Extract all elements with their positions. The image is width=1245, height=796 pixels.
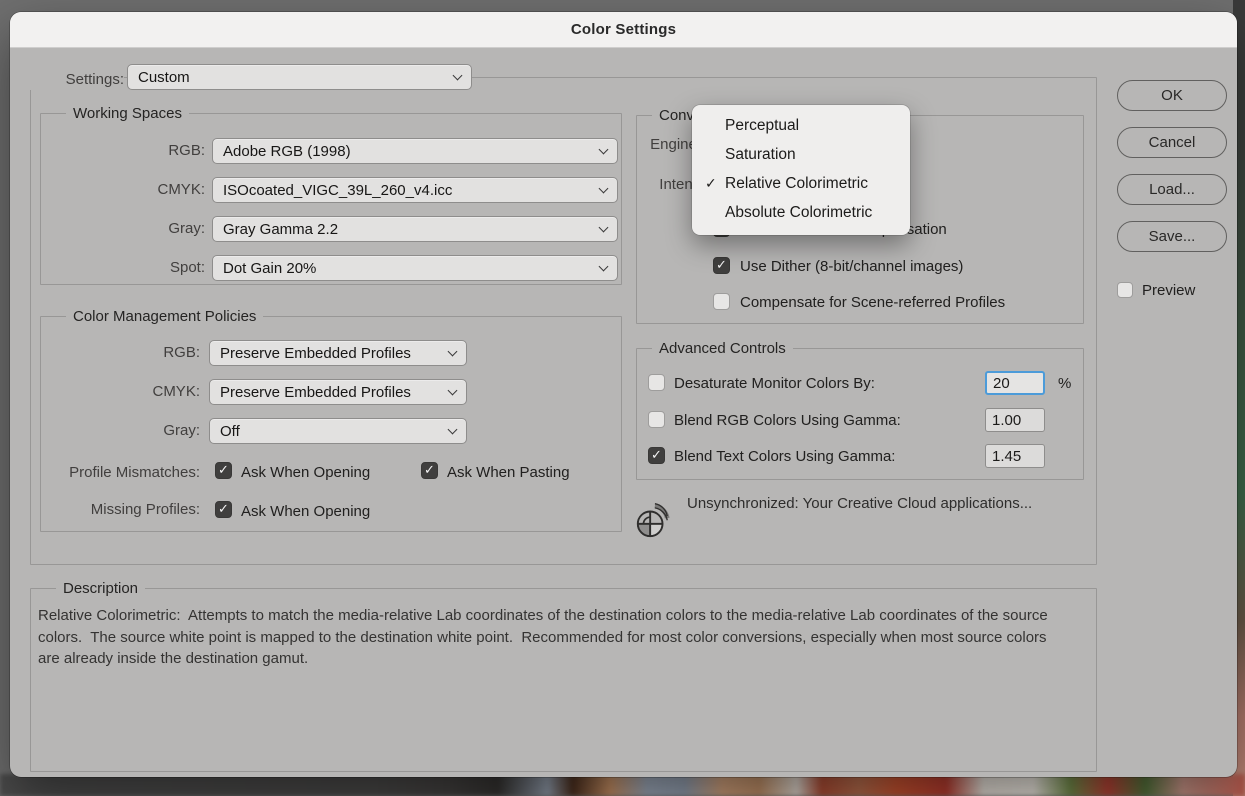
chevron-down-icon: [599, 223, 607, 231]
description-text: Relative Colorimetric: Attempts to match…: [38, 605, 1050, 670]
chevron-down-icon: [599, 262, 607, 270]
use-dither-label: Use Dither (8-bit/channel images): [740, 258, 963, 275]
ws-spot-select[interactable]: Dot Gain 20%: [212, 255, 618, 281]
description-legend: Description: [56, 579, 145, 598]
preview-label: Preview: [1142, 282, 1195, 299]
missing-ask-when-opening-label: Ask When Opening: [241, 503, 370, 520]
percent-suffix: %: [1058, 375, 1071, 392]
chevron-down-icon: [448, 386, 456, 394]
dialog-titlebar[interactable]: Color Settings: [10, 12, 1237, 48]
chevron-down-icon: [453, 71, 461, 79]
cmp-rgb-label: RGB:: [40, 344, 200, 361]
ask-when-opening-label: Ask When Opening: [241, 464, 370, 481]
desaturate-monitor-checkbox[interactable]: [648, 374, 665, 391]
desaturate-monitor-label: Desaturate Monitor Colors By:: [674, 375, 875, 392]
cmp-gray-select[interactable]: Off: [209, 418, 467, 444]
save-button[interactable]: Save...: [1117, 221, 1227, 252]
chevron-down-icon: [448, 347, 456, 355]
blend-text-gamma-input[interactable]: [985, 444, 1045, 468]
engine-label: Engine:: [610, 136, 701, 153]
blend-text-gamma-label: Blend Text Colors Using Gamma:: [674, 448, 895, 465]
ws-spot-label: Spot:: [40, 259, 205, 276]
scene-referred-label: Compensate for Scene-referred Profiles: [740, 294, 1005, 311]
ws-cmyk-label: CMYK:: [40, 181, 205, 198]
cmp-cmyk-label: CMYK:: [40, 383, 200, 400]
blend-rgb-gamma-label: Blend RGB Colors Using Gamma:: [674, 412, 901, 429]
color-management-legend: Color Management Policies: [66, 307, 263, 326]
ws-gray-label: Gray:: [40, 220, 205, 237]
blend-text-gamma-checkbox[interactable]: ✓: [648, 447, 665, 464]
blend-rgb-gamma-checkbox[interactable]: [648, 411, 665, 428]
blend-rgb-gamma-input[interactable]: [985, 408, 1045, 432]
settings-preset-select[interactable]: Custom: [127, 64, 472, 90]
ask-when-pasting-checkbox[interactable]: ✓: [421, 462, 438, 479]
cmp-gray-label: Gray:: [40, 422, 200, 439]
menu-item-saturation[interactable]: Saturation: [692, 140, 910, 169]
menu-checkmark-icon: ✓: [705, 176, 723, 192]
ws-rgb-label: RGB:: [40, 142, 205, 159]
desaturate-percent-input[interactable]: [985, 371, 1045, 395]
intent-popup-menu: Perceptual Saturation ✓ Relative Colorim…: [692, 105, 910, 235]
color-settings-dialog: Color Settings Settings: Custom Working …: [10, 12, 1237, 777]
preview-checkbox[interactable]: [1117, 282, 1133, 298]
ok-button[interactable]: OK: [1117, 80, 1227, 111]
cmp-cmyk-select[interactable]: Preserve Embedded Profiles: [209, 379, 467, 405]
ws-gray-select[interactable]: Gray Gamma 2.2: [212, 216, 618, 242]
sync-status-text: Unsynchronized: Your Creative Cloud appl…: [687, 495, 1032, 512]
profile-mismatches-label: Profile Mismatches:: [40, 464, 200, 481]
photoshop-canvas-background: Color Settings Settings: Custom Working …: [0, 0, 1245, 796]
use-dither-checkbox[interactable]: ✓: [713, 257, 730, 274]
dialog-title: Color Settings: [571, 21, 676, 38]
menu-item-perceptual[interactable]: Perceptual: [692, 111, 910, 140]
missing-ask-when-opening-checkbox[interactable]: ✓: [215, 501, 232, 518]
scene-referred-checkbox[interactable]: [713, 293, 730, 310]
chevron-down-icon: [599, 145, 607, 153]
chevron-down-icon: [599, 184, 607, 192]
creative-cloud-sync-icon: [634, 500, 672, 542]
missing-profiles-label: Missing Profiles:: [40, 501, 200, 518]
background-photo-strip: [0, 774, 1245, 796]
working-spaces-legend: Working Spaces: [66, 104, 189, 123]
cancel-button[interactable]: Cancel: [1117, 127, 1227, 158]
ws-cmyk-select[interactable]: ISOcoated_VIGC_39L_260_v4.icc: [212, 177, 618, 203]
ask-when-opening-checkbox[interactable]: ✓: [215, 462, 232, 479]
ask-when-pasting-label: Ask When Pasting: [447, 464, 570, 481]
menu-item-absolute-colorimetric[interactable]: Absolute Colorimetric: [692, 198, 910, 227]
ws-rgb-select[interactable]: Adobe RGB (1998): [212, 138, 618, 164]
load-button[interactable]: Load...: [1117, 174, 1227, 205]
intent-label: Intent:: [610, 176, 701, 193]
chevron-down-icon: [448, 425, 456, 433]
menu-item-relative-colorimetric[interactable]: ✓ Relative Colorimetric: [692, 169, 910, 198]
advanced-controls-legend: Advanced Controls: [652, 339, 793, 358]
settings-label: Settings:: [30, 70, 124, 90]
cmp-rgb-select[interactable]: Preserve Embedded Profiles: [209, 340, 467, 366]
